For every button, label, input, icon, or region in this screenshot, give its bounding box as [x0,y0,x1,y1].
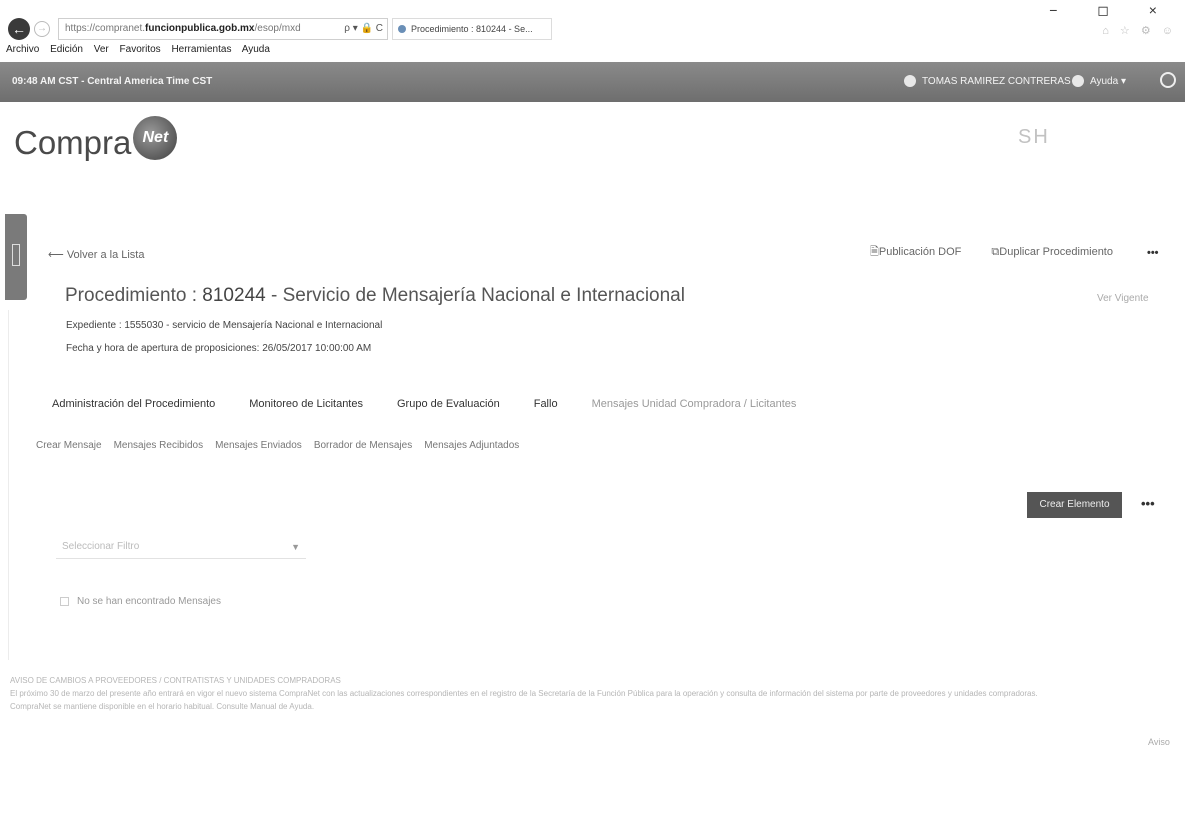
window-controls[interactable]: − ◻ × [1049,2,1175,19]
publicacion-dof-link[interactable]: 🗎Publicación DOF [870,243,961,262]
url-suffix: /esop/mxd [254,23,301,34]
back-icon: ⟵ [48,249,67,261]
help-icon [1072,75,1084,87]
footer-notice: AVISO DE CAMBIOS A PROVEEDORES / CONTRAT… [10,674,1170,713]
procedure-number: 810244 [202,285,266,306]
browser-toolbar-icons[interactable]: ⌂ ☆ ⚙ ☺ [1102,24,1177,37]
opening-date-info: Fecha y hora de apertura de proposicione… [66,343,372,354]
back-to-list-link[interactable]: ⟵ Volver a la Lista [48,248,144,261]
logo-text: Compra [14,124,132,161]
power-icon[interactable] [1160,72,1176,88]
menu-archivo[interactable]: Archivo [6,44,39,55]
title-prefix: Procedimiento : [65,285,203,306]
footer-line-2: El próximo 30 de marzo del presente año … [10,689,1038,698]
view-current-link[interactable]: Ver Vigente [1097,293,1149,304]
footer-right-link[interactable]: Aviso [1148,737,1170,747]
main-tabs: Administración del Procedimiento Monitor… [52,398,796,410]
address-bar[interactable]: https://compranet.funcionpublica.gob.mx/… [58,18,388,40]
tab-fallo[interactable]: Fallo [534,398,558,410]
menu-herramientas[interactable]: Herramientas [171,44,231,55]
publicacion-dof-label: Publicación DOF [878,246,962,258]
side-panel-toggle[interactable] [5,214,27,300]
back-arrow-icon[interactable]: ← [8,18,30,40]
menu-bar: Archivo Edición Ver Favoritos Herramient… [6,44,278,55]
tab-administracion[interactable]: Administración del Procedimiento [52,398,215,410]
globe-icon: Net [133,116,178,160]
menu-ver[interactable]: Ver [94,44,109,55]
page-title: Procedimiento : 810244 - Servicio de Men… [65,285,685,307]
filter-placeholder: Seleccionar Filtro [62,541,140,552]
menu-edicion[interactable]: Edición [50,44,83,55]
document-icon: 🗎 [870,246,879,258]
user-menu[interactable]: TOMAS RAMIREZ CONTRERAS [904,75,1071,87]
help-menu[interactable]: Ayuda ▾ [1072,75,1126,87]
user-name: TOMAS RAMIREZ CONTRERAS [922,75,1071,87]
footer-line-1: AVISO DE CAMBIOS A PROVEEDORES / CONTRAT… [10,676,341,685]
sub-tabs: Crear Mensaje Mensajes Recibidos Mensaje… [36,440,519,451]
more-actions-icon[interactable]: ••• [1147,247,1159,259]
forward-arrow-icon[interactable]: → [34,21,50,37]
procedure-actions: 🗎Publicación DOF ⧉Duplicar Procedimiento… [870,243,1159,262]
user-icon [904,75,916,87]
empty-state: No se han encontrado Mensajes [60,596,221,607]
subtab-mensajes-recibidos[interactable]: Mensajes Recibidos [114,440,204,451]
url-domain: funcionpublica.gob.mx [145,23,255,34]
subtab-mensajes-enviados[interactable]: Mensajes Enviados [215,440,302,451]
address-controls[interactable]: ρ ▾ 🔒 C [344,19,383,39]
chevron-down-icon: ▼ [291,542,300,552]
footer-line-3: CompraNet se mantiene disponible en el h… [10,702,315,711]
title-rest: - Servicio de Mensajería Nacional e Inte… [265,285,685,306]
favicon-icon [398,25,406,33]
duplicate-procedure-link[interactable]: ⧉Duplicar Procedimiento [991,246,1113,259]
subtab-crear-mensaje[interactable]: Crear Mensaje [36,440,102,451]
create-element-button[interactable]: Crear Elemento [1027,492,1122,518]
list-more-icon[interactable]: ••• [1141,496,1155,511]
panel-grip-icon [12,244,20,266]
tab-monitoreo[interactable]: Monitoreo de Licitantes [249,398,363,410]
back-link-label: Volver a la Lista [66,249,145,261]
compranet-logo[interactable]: Compra Net [14,116,178,162]
url-prefix: https://compranet. [65,23,146,34]
filter-select[interactable]: Seleccionar Filtro ▼ [56,537,306,559]
tab-title: Procedimiento : 810244 - Se... [411,24,533,34]
menu-ayuda[interactable]: Ayuda [242,44,270,55]
help-label: Ayuda ▾ [1090,75,1126,87]
subtab-borrador[interactable]: Borrador de Mensajes [314,440,412,451]
time-zone-label: 09:48 AM CST - Central America Time CST [12,76,213,87]
subtab-adjuntados[interactable]: Mensajes Adjuntados [424,440,519,451]
tab-grupo-evaluacion[interactable]: Grupo de Evaluación [397,398,500,410]
agency-logo: SH [1018,126,1050,148]
expediente-info: Expediente : 1555030 - servicio de Mensa… [66,320,383,331]
menu-favoritos[interactable]: Favoritos [120,44,161,55]
select-all-checkbox[interactable] [60,597,69,606]
app-top-bar: 09:48 AM CST - Central America Time CST … [0,62,1185,102]
tab-mensajes[interactable]: Mensajes Unidad Compradora / Licitantes [592,398,797,410]
browser-tab[interactable]: Procedimiento : 810244 - Se... [392,18,552,40]
divider [8,310,9,660]
duplicate-procedure-label: Duplicar Procedimiento [999,246,1113,258]
no-messages-text: No se han encontrado Mensajes [77,596,221,607]
browser-chrome: ← → https://compranet.funcionpublica.gob… [0,0,1185,62]
